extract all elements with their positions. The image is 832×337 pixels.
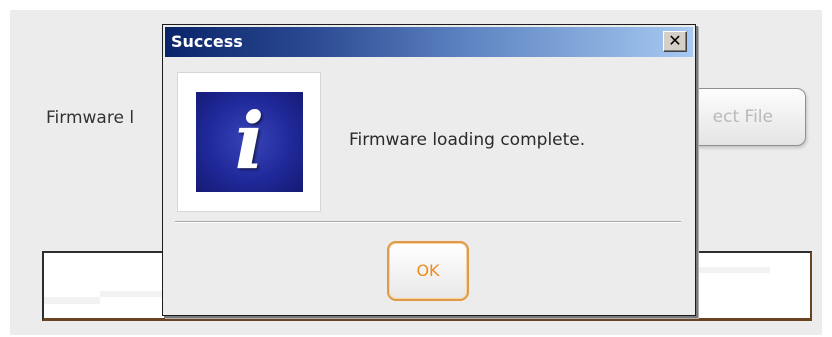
close-button[interactable]: ✕ [663, 31, 687, 52]
success-dialog: Success ✕ i Firmware loading complete. O… [162, 24, 696, 316]
dialog-title: Success [171, 32, 243, 51]
dialog-titlebar[interactable]: Success ✕ [165, 27, 693, 57]
info-icon: i [196, 92, 303, 192]
icon-frame: i [177, 72, 321, 212]
ok-button[interactable]: OK [387, 241, 469, 301]
firmware-label: Firmware l [46, 108, 135, 128]
dialog-message: Firmware loading complete. [349, 130, 586, 150]
close-icon: ✕ [668, 31, 682, 50]
field-artifact [100, 291, 166, 297]
field-artifact [44, 297, 100, 304]
info-icon-glyph: i [234, 96, 265, 187]
field-artifact [696, 267, 770, 273]
dialog-divider [175, 221, 681, 223]
